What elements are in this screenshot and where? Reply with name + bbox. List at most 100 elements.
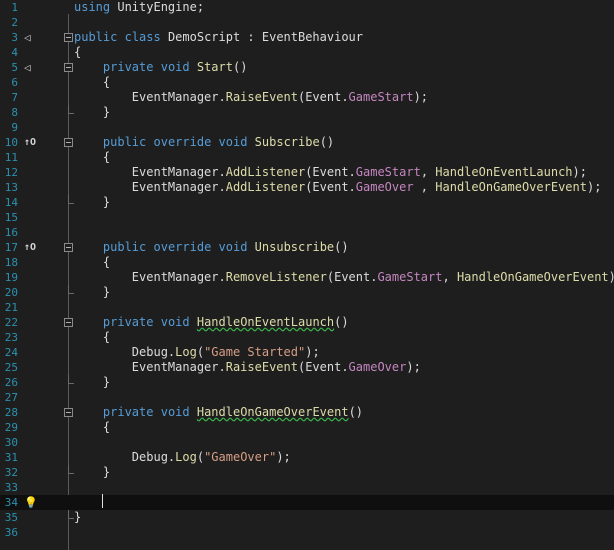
line-number: 9 (11, 121, 18, 134)
code-line[interactable]: 15 (0, 210, 614, 225)
code-line[interactable]: 12 EventManager.AddListener(Event.GameSt… (0, 165, 614, 180)
code-text[interactable]: private void HandleOnEventLaunch() (74, 315, 349, 330)
code-text[interactable]: EventManager.AddListener(Event.GameOver … (74, 180, 602, 195)
collapse-icon[interactable] (64, 243, 73, 252)
code-line[interactable]: 32 } (0, 465, 614, 480)
code-token: , (420, 165, 436, 179)
line-number: 16 (4, 226, 18, 239)
code-line[interactable]: 9 (0, 120, 614, 135)
code-line[interactable]: 20 } (0, 285, 614, 300)
code-line[interactable]: 33 (0, 480, 614, 495)
unity-message-icon[interactable]: ◁ (24, 31, 40, 44)
code-token: (Event. (326, 270, 378, 284)
code-text[interactable]: { (74, 150, 110, 165)
code-line[interactable]: 5 ◁ private void Start() (0, 60, 614, 75)
code-token: (Event. (305, 180, 356, 194)
code-token: void (160, 60, 190, 74)
code-token: } (74, 105, 111, 119)
code-text[interactable]: using UnityEngine; (74, 0, 204, 15)
code-line[interactable]: 22 private void HandleOnEventLaunch() (0, 315, 614, 330)
code-text[interactable]: private void Start() (74, 60, 248, 75)
code-text[interactable]: private void HandleOnGameOverEvent() (74, 405, 363, 420)
code-text[interactable]: EventManager.RemoveListener(Event.GameSt… (74, 270, 614, 285)
override-icon[interactable]: ↑O (24, 136, 40, 149)
code-line[interactable]: 36 (0, 525, 614, 540)
code-line[interactable]: 1 using UnityEngine; (0, 0, 614, 15)
code-line[interactable]: 13 EventManager.AddListener(Event.GameOv… (0, 180, 614, 195)
code-line[interactable]: 29 { (0, 420, 614, 435)
code-line[interactable]: 27 (0, 390, 614, 405)
code-token: Unsubscribe (254, 240, 335, 254)
collapse-icon[interactable] (64, 138, 73, 147)
code-line[interactable]: 28 private void HandleOnGameOverEvent() (0, 405, 614, 420)
code-text[interactable]: } (74, 465, 110, 480)
code-text[interactable]: } (74, 195, 110, 210)
collapse-icon[interactable] (64, 408, 73, 417)
code-token: Log (175, 345, 197, 359)
code-text[interactable]: { (74, 75, 110, 90)
collapse-icon[interactable] (64, 318, 73, 327)
code-line[interactable]: 10 ↑O public override void Subscribe() (0, 135, 614, 150)
code-line[interactable]: 25 EventManager.RaiseEvent(Event.GameOve… (0, 360, 614, 375)
code-token: HandleOnEventLaunch (435, 165, 573, 179)
code-text[interactable]: public class DemoScript : EventBehaviour (74, 30, 363, 45)
code-text[interactable]: public override void Subscribe() (74, 135, 334, 150)
unity-message-icon[interactable]: ◁ (24, 61, 40, 74)
line-number: 14 (4, 196, 18, 209)
code-token: ); (586, 180, 602, 194)
code-text[interactable]: EventManager.RaiseEvent(Event.GameOver); (74, 360, 421, 375)
code-token: void (160, 405, 190, 419)
code-line[interactable]: 34 💡 (0, 495, 614, 510)
code-editor[interactable]: 1 using UnityEngine; 2 3 ◁ public class DemoS… (0, 0, 614, 550)
code-line[interactable]: 24 Debug.Log("Game Started"); (0, 345, 614, 360)
code-token: () (232, 60, 248, 74)
collapse-icon[interactable] (64, 33, 73, 42)
code-text[interactable]: Debug.Log("GameOver"); (74, 450, 291, 465)
code-text[interactable]: } (74, 285, 110, 300)
line-number: 21 (4, 301, 18, 314)
collapse-icon[interactable] (64, 63, 73, 72)
line-number: 26 (4, 376, 18, 389)
code-line[interactable]: 30 (0, 435, 614, 450)
code-text[interactable]: { (74, 45, 81, 60)
code-text[interactable]: { (74, 330, 110, 345)
code-line[interactable]: 21 (0, 300, 614, 315)
override-icon[interactable]: ↑O (24, 241, 40, 254)
code-line[interactable]: 16 (0, 225, 614, 240)
code-text[interactable]: Debug.Log("Game Started"); (74, 345, 320, 360)
code-line[interactable]: 23 { (0, 330, 614, 345)
line-number: 34 (4, 496, 18, 509)
code-line[interactable]: 4{ (0, 45, 614, 60)
code-text[interactable]: public override void Unsubscribe() (74, 240, 349, 255)
code-line[interactable]: 7 EventManager.RaiseEvent(Event.GameStar… (0, 90, 614, 105)
code-token: EventManager. (74, 90, 226, 104)
code-line[interactable]: 8 } (0, 105, 614, 120)
code-text[interactable]: { (74, 420, 110, 435)
line-number: 32 (4, 466, 18, 479)
code-line[interactable]: 3 ◁ public class DemoScript : EventBehavio… (0, 30, 614, 45)
code-text[interactable]: { (74, 255, 110, 270)
code-line[interactable]: 14 } (0, 195, 614, 210)
line-number: 15 (4, 211, 18, 224)
code-line[interactable]: 11 { (0, 150, 614, 165)
code-line[interactable]: 6 { (0, 75, 614, 90)
code-token: { (74, 420, 111, 434)
code-text[interactable]: } (74, 105, 110, 120)
code-text[interactable]: } (74, 375, 110, 390)
code-line[interactable]: 2 (0, 15, 614, 30)
code-text[interactable]: EventManager.RaiseEvent(Event.GameStart)… (74, 90, 428, 105)
code-line[interactable]: 17 ↑O public override void Unsubscribe() (0, 240, 614, 255)
code-token: } (74, 375, 111, 389)
code-text[interactable]: } (74, 510, 81, 525)
lightbulb-icon[interactable]: 💡 (24, 496, 40, 509)
code-line[interactable]: 19 EventManager.RemoveListener(Event.Gam… (0, 270, 614, 285)
code-line[interactable]: 26 } (0, 375, 614, 390)
code-token: Start (196, 60, 233, 74)
code-text[interactable]: EventManager.AddListener(Event.GameStart… (74, 165, 587, 180)
code-line[interactable]: 31 Debug.Log("GameOver"); (0, 450, 614, 465)
code-line[interactable]: 18 { (0, 255, 614, 270)
code-line[interactable]: 35} (0, 510, 614, 525)
